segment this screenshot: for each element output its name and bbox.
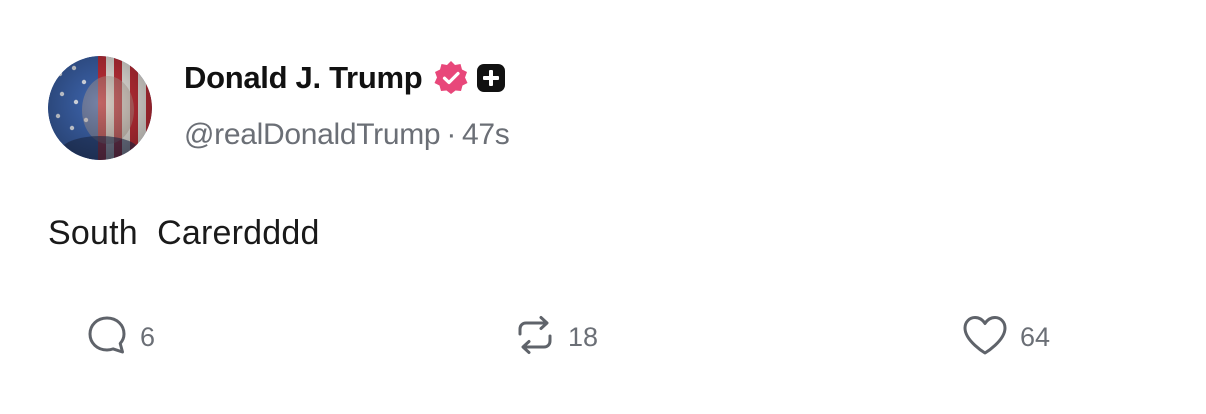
repost-count: 18 [568,322,599,352]
post-card: Donald J. Trump @realDonaldTrump · 47s S… [0,0,1206,414]
post-content: South Carerdddd [48,214,320,252]
repost-arrows-icon [512,312,558,363]
author-handle[interactable]: @realDonaldTrump [184,118,441,152]
heart-icon [960,312,1010,363]
meta-separator: · [446,118,457,151]
reply-count: 6 [140,322,156,352]
reply-button[interactable]: 6 [84,312,155,363]
author-meta-row: @realDonaldTrump · 47s [184,118,510,152]
author-display-name[interactable]: Donald J. Trump [184,60,423,96]
author-name-row: Donald J. Trump [184,58,510,98]
like-button[interactable]: 64 [960,312,1050,363]
repost-button[interactable]: 18 [512,312,598,363]
reply-bubble-icon [84,312,130,363]
like-count: 64 [1020,322,1051,352]
post-header: Donald J. Trump @realDonaldTrump · 47s [184,58,510,152]
plus-square-icon [476,63,506,93]
avatar[interactable] [48,56,152,160]
verified-check-icon [432,59,470,97]
post-actions-bar: 6 18 64 [0,312,1206,368]
post-timestamp[interactable]: 47s [462,118,510,152]
avatar-flag-portrait-image [48,56,152,160]
